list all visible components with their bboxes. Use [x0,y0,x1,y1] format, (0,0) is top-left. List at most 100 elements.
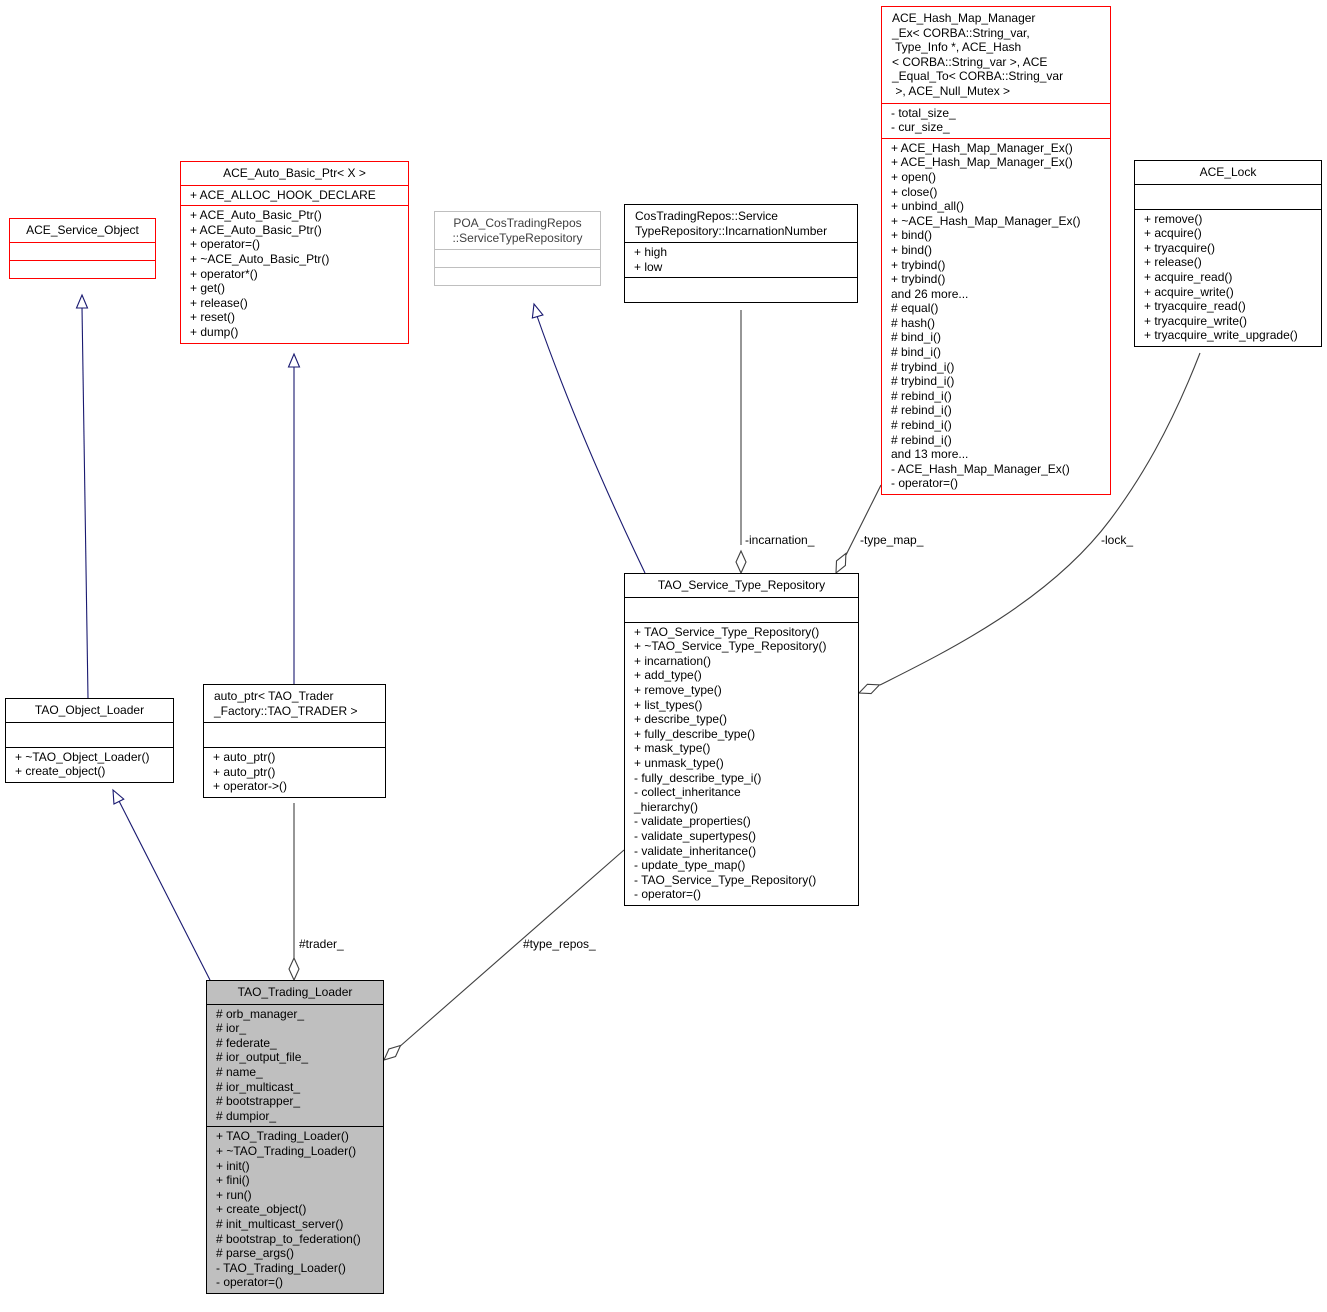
class-attributes [204,722,385,747]
class-member: + add_type() [634,668,702,683]
class-tao-trading-loader[interactable]: TAO_Trading_Loader # orb_manager_ # ior_ #… [206,980,384,1294]
class-member: + dump() [190,324,239,339]
class-member: + release() [190,295,248,310]
class-attributes [10,241,155,260]
class-member: and 26 more... [891,286,969,301]
class-name-line: _Equal_To< CORBA::String_var [892,69,1064,84]
edge-object-loader-to-trading-loader [118,800,211,981]
class-member: + open() [891,169,937,184]
class-member: # orb_manager_ [216,1006,305,1021]
class-member: - validate_supertypes() [634,828,757,843]
class-member: + close() [891,184,938,199]
class-member: # bind_i() [891,345,942,360]
class-member: + operator=() [190,237,261,252]
inheritance-arrow-icon [75,293,89,309]
class-member: + high [634,245,668,260]
class-member: + auto_ptr() [213,750,276,765]
class-incarnation-number[interactable]: CosTradingRepos::Service TypeRepository::… [624,204,858,304]
class-methods: + ACE_Hash_Map_Manager_Ex() + ACE_Hash_Ma… [882,137,1110,494]
class-poa-service-type-repository[interactable]: POA_CosTradingRepos::ServiceTypeReposito… [434,211,601,287]
class-member: + fini() [216,1173,250,1188]
class-member: # ior_multicast_ [216,1079,301,1094]
class-methods [10,259,155,278]
class-member: + tryacquire_write_upgrade() [1144,328,1298,343]
class-member: # ior_ [216,1021,247,1036]
class-member: + unmask_type() [634,755,724,770]
class-member: + operator*() [190,266,258,281]
class-name-line: _Ex< CORBA::String_var, [892,25,1030,40]
aggregation-diamond-icon [835,552,847,575]
class-member: + ACE_Auto_Basic_Ptr() [190,222,322,237]
class-member: + create_object() [15,764,106,779]
class-attributes: + ACE_ALLOC_HOOK_DECLARE [181,184,408,206]
class-member: + acquire_write() [1144,284,1234,299]
class-member: # bind_i() [891,330,942,345]
class-methods [625,277,857,302]
class-member: # rebind_i() [891,388,952,403]
class-member: + bind() [891,242,933,257]
class-title: TAO_Service_Type_Repository [625,574,858,597]
class-member: - operator=() [216,1275,284,1290]
edge-label-trader: #trader_ [299,937,344,951]
class-tao-object-loader[interactable]: TAO_Object_Loader + ~TAO_Object_Loader()… [5,698,174,783]
class-ace-hash-map-manager-ex[interactable]: ACE_Hash_Map_Manager _Ex< CORBA::String_v… [881,6,1111,495]
aggregation-diamond-icon [288,956,300,982]
class-member: and 13 more... [891,447,969,462]
class-member: + ~TAO_Trading_Loader() [216,1143,357,1158]
class-member: + auto_ptr() [213,764,276,779]
class-member: # bootstrapper_ [216,1094,301,1109]
inheritance-arrow-icon [112,788,125,805]
class-auto-ptr-tao-trader[interactable]: auto_ptr< TAO_Trader _Factory::TAO_TRADER… [203,684,386,798]
class-member: + operator->() [213,779,288,794]
class-name-line: >, ACE_Null_Mutex > [892,83,1011,98]
class-member: + remove() [1144,211,1203,226]
class-title: ACE_Lock [1135,161,1321,184]
class-ace-lock[interactable]: ACE_Lock + remove() + acquire() + tryacqui… [1134,160,1322,347]
class-name-line: ::ServiceTypeRepository [452,230,583,245]
class-member: + mask_type() [634,741,711,756]
class-methods: + remove() + acquire() + tryacquire() + rel… [1135,208,1321,346]
class-member: + unbind_all() [891,199,965,214]
class-member: + acquire() [1144,226,1202,241]
class-member: # ior_output_file_ [216,1050,309,1065]
class-methods: + ~TAO_Object_Loader() + create_object() [6,746,173,782]
class-title: CosTradingRepos::Service TypeRepository::… [625,205,857,242]
class-member: + init() [216,1158,250,1173]
class-member: - cur_size_ [891,120,950,135]
class-title: TAO_Object_Loader [6,699,173,722]
class-title: ACE_Service_Object [10,219,155,242]
class-member: # bootstrap_to_federation() [216,1231,361,1246]
class-member: # trybind_i() [891,374,955,389]
class-ace-auto-basic-ptr[interactable]: ACE_Auto_Basic_Ptr< X > + ACE_ALLOC_HOOK… [180,161,409,344]
class-tao-service-type-repository[interactable]: TAO_Service_Type_Repository + TAO_Servic… [624,573,859,906]
class-attributes: + high + low [625,242,857,277]
class-name-line: auto_ptr< TAO_Trader [214,689,334,703]
class-member: + fully_describe_type() [634,726,756,741]
class-name-line: ACE_Service_Object [26,223,139,237]
class-member: + ~ACE_Hash_Map_Manager_Ex() [891,213,1081,228]
class-name-line: TAO_Object_Loader [34,703,145,717]
class-member: + describe_type() [634,712,728,727]
class-member: + reset() [190,310,236,325]
class-member: + ACE_Auto_Basic_Ptr() [190,208,322,223]
class-member: - collect_inheritance [634,785,741,800]
class-member: - operator=() [891,476,959,491]
class-member: + list_types() [634,697,703,712]
edge-label-lock: -lock_ [1101,533,1134,547]
class-name-line: TAO_Trading_Loader [237,985,353,999]
class-methods: + TAO_Service_Type_Repository() + ~TAO_Se… [625,621,858,905]
class-member: + tryacquire_read() [1144,299,1246,314]
class-member: - fully_describe_type_i() [634,770,762,785]
class-member: # equal() [891,301,939,316]
class-member: # trybind_i() [891,359,955,374]
class-ace-service-object[interactable]: ACE_Service_Object [9,218,156,279]
class-member: # rebind_i() [891,403,952,418]
aggregation-diamond-icon [383,1044,402,1061]
class-attributes [1135,183,1321,209]
class-methods: + auto_ptr() + auto_ptr() + operator->() [204,747,385,797]
class-name-line: Type_Info *, ACE_Hash [892,40,1022,55]
inheritance-arrow-icon [531,302,544,319]
class-member: + trybind() [891,272,946,287]
class-methods: + TAO_Trading_Loader() + ~TAO_Trading_Loa… [207,1126,383,1293]
class-member: + ACE_Hash_Map_Manager_Ex() [891,140,1073,155]
